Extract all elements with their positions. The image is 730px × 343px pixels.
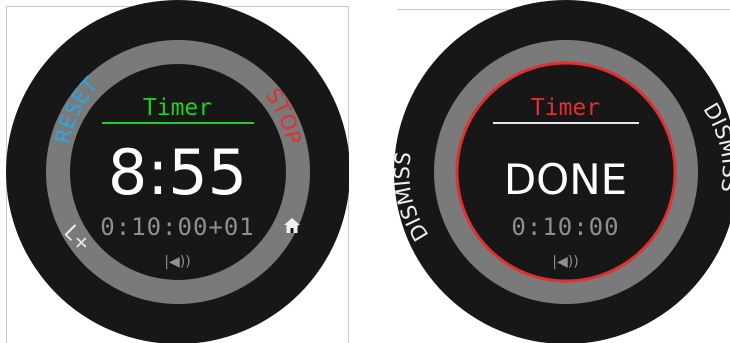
speaker-icon: |◀)) [164,254,191,270]
page-title: Timer [142,95,213,121]
remaining-time: 8:55 [107,136,248,209]
timer-duration: 0:10:00 [511,213,620,241]
title-underline [102,122,254,124]
page-title: Timer [530,95,601,121]
timer-done-watch: DISMISS DISMISS Timer DONE 0:10:00 |◀)) [394,0,730,343]
timer-running-watch: RESET STOP L+ Timer 8:55 0:10:00+01 |◀)) [6,0,349,343]
speaker-icon: |◀)) [552,254,579,270]
timer-status: DONE [503,155,628,204]
title-underline [493,122,639,124]
timer-duration: 0:10:00+01 [100,213,255,241]
